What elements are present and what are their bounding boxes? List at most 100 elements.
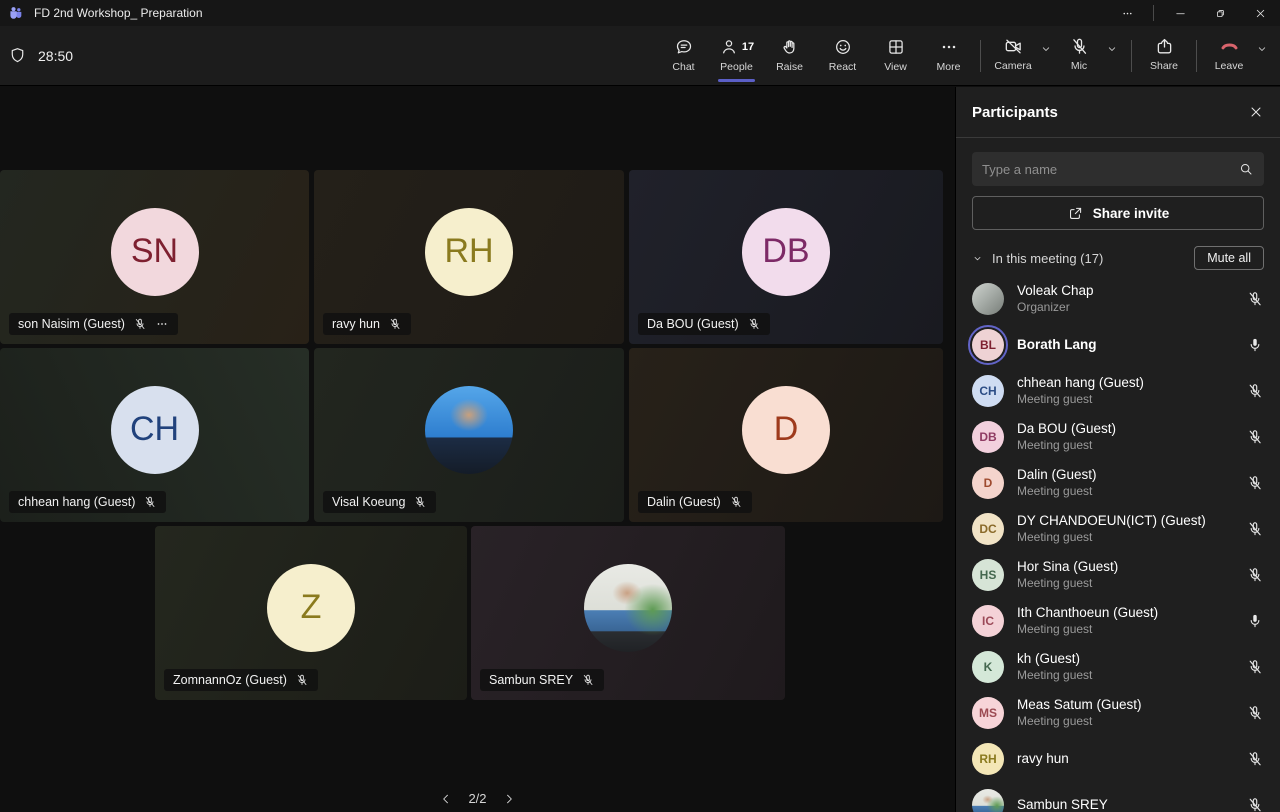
meeting-toolbar: 28:50 Chat 17 People Raise React — [0, 26, 1280, 86]
chevron-down-icon — [972, 253, 983, 264]
participant-row[interactable]: CH chhean hang (Guest) Meeting guest — [956, 368, 1280, 414]
share-invite-icon — [1067, 205, 1084, 222]
toolbar-button-raise[interactable]: Raise — [763, 26, 816, 85]
leave-button[interactable]: Leave — [1206, 26, 1252, 72]
titlebar-divider — [1153, 5, 1154, 21]
toolbar-button-label: Raise — [776, 61, 803, 73]
participant-name: Hor Sina (Guest) — [1017, 559, 1118, 576]
toolbar-button-view[interactable]: View — [869, 26, 922, 85]
participant-role: Meeting guest — [1017, 714, 1142, 729]
participant-role: Organizer — [1017, 300, 1094, 315]
toolbar-button-label: React — [829, 61, 856, 73]
teams-meeting-window: FD 2nd Workshop_ Preparation 28:50 Chat … — [0, 0, 1280, 812]
share-button[interactable]: Share — [1141, 26, 1187, 85]
mic-muted-icon — [1246, 474, 1264, 492]
participant-row[interactable]: DB Da BOU (Guest) Meeting guest — [956, 414, 1280, 460]
toolbar-button-label: People — [720, 61, 753, 73]
close-icon — [1254, 7, 1267, 20]
participant-row[interactable]: Sambun SREY — [956, 782, 1280, 812]
mic-muted-icon — [133, 317, 147, 331]
toolbar-button-people[interactable]: 17 People — [710, 26, 763, 85]
search-input[interactable] — [982, 162, 1238, 177]
participant-avatar: Z — [267, 564, 355, 652]
participant-name: Dalin (Guest) — [1017, 467, 1097, 484]
mic-muted-icon — [1246, 750, 1264, 768]
video-tile[interactable]: Z ZomnannOz (Guest) — [155, 526, 467, 700]
teams-logo-icon — [8, 5, 24, 21]
participant-avatar: BL — [972, 329, 1004, 361]
title-bar: FD 2nd Workshop_ Preparation — [0, 0, 1280, 26]
tile-name-label: chhean hang (Guest) — [9, 491, 166, 513]
participant-avatar — [584, 564, 672, 652]
mic-button[interactable]: Mic — [1056, 26, 1102, 72]
participant-role: Meeting guest — [1017, 530, 1206, 545]
toolbar-button-react[interactable]: React — [816, 26, 869, 85]
toolbar-button-icon — [674, 37, 694, 57]
tile-more-icon[interactable] — [155, 317, 169, 331]
video-tile[interactable]: Visal Koeung — [314, 348, 624, 522]
camera-options-button[interactable] — [1036, 43, 1056, 55]
participant-avatar: D — [972, 467, 1004, 499]
mic-muted-icon — [1246, 520, 1264, 538]
toolbar-button-icon — [780, 37, 800, 57]
previous-page-button[interactable] — [439, 792, 453, 806]
mic-options-button[interactable] — [1102, 43, 1122, 55]
close-icon — [1248, 104, 1264, 120]
participant-avatar: CH — [972, 375, 1004, 407]
toolbar-button-icon — [833, 37, 853, 57]
participant-name: kh (Guest) — [1017, 651, 1092, 668]
participant-avatar: D — [742, 386, 830, 474]
video-tile[interactable]: D Dalin (Guest) — [629, 348, 943, 522]
next-page-button[interactable] — [502, 792, 516, 806]
participant-row[interactable]: K kh (Guest) Meeting guest — [956, 644, 1280, 690]
video-tile[interactable]: DB Da BOU (Guest) — [629, 170, 943, 344]
video-tile[interactable]: Sambun SREY — [471, 526, 785, 700]
section-collapse-toggle[interactable]: In this meeting (17) — [972, 251, 1103, 266]
participant-avatar: RH — [972, 743, 1004, 775]
participant-avatar — [972, 283, 1004, 315]
toolbar-button-icon — [939, 37, 959, 57]
mic-muted-icon — [1246, 658, 1264, 676]
close-window-button[interactable] — [1240, 0, 1280, 26]
toolbar-button-chat[interactable]: Chat — [657, 26, 710, 85]
video-stage: 2/2 SN son Naisim (Guest) RH ravy hun DB… — [0, 87, 955, 812]
share-invite-button[interactable]: Share invite — [972, 196, 1264, 230]
participant-row[interactable]: D Dalin (Guest) Meeting guest — [956, 460, 1280, 506]
titlebar-more-button[interactable] — [1107, 0, 1147, 26]
tile-name-label: son Naisim (Guest) — [9, 313, 178, 335]
participant-avatar: MS — [972, 697, 1004, 729]
restore-button[interactable] — [1200, 0, 1240, 26]
participant-row[interactable]: IC Ith Chanthoeun (Guest) Meeting guest — [956, 598, 1280, 644]
participant-row[interactable]: BL Borath Lang — [956, 322, 1280, 368]
search-icon — [1238, 161, 1254, 177]
participant-row[interactable]: DC DY CHANDOEUN(ICT) (Guest) Meeting gue… — [956, 506, 1280, 552]
tile-name-label: Sambun SREY — [480, 669, 604, 691]
minimize-button[interactable] — [1160, 0, 1200, 26]
toolbar-button-label: More — [937, 61, 961, 73]
participant-avatar: CH — [111, 386, 199, 474]
participant-row[interactable]: MS Meas Satum (Guest) Meeting guest — [956, 690, 1280, 736]
participant-row[interactable]: RH ravy hun — [956, 736, 1280, 782]
participant-name: Ith Chanthoeun (Guest) — [1017, 605, 1158, 622]
participant-name: chhean hang (Guest) — [18, 495, 135, 509]
toolbar-button-more[interactable]: More — [922, 26, 975, 85]
video-tile[interactable]: CH chhean hang (Guest) — [0, 348, 309, 522]
participant-name: Dalin (Guest) — [647, 495, 721, 509]
participant-row[interactable]: Voleak Chap Organizer — [956, 276, 1280, 322]
mic-muted-icon — [747, 317, 761, 331]
participant-avatar: DC — [972, 513, 1004, 545]
toolbar-button-icon — [886, 37, 906, 57]
leave-options-button[interactable] — [1252, 43, 1272, 55]
mic-muted-icon — [1246, 428, 1264, 446]
camera-button[interactable]: Camera — [990, 26, 1036, 72]
toolbar-media-controls: Camera Mic Share Leave — [971, 26, 1272, 85]
participant-avatar — [425, 386, 513, 474]
participant-row[interactable]: HS Hor Sina (Guest) Meeting guest — [956, 552, 1280, 598]
mute-all-button[interactable]: Mute all — [1194, 246, 1264, 270]
participant-name: Sambun SREY — [1017, 797, 1108, 812]
participants-header: Participants — [956, 87, 1280, 138]
video-tile[interactable]: SN son Naisim (Guest) — [0, 170, 309, 344]
tile-name-label: ZomnannOz (Guest) — [164, 669, 318, 691]
video-tile[interactable]: RH ravy hun — [314, 170, 624, 344]
close-panel-button[interactable] — [1248, 104, 1264, 120]
